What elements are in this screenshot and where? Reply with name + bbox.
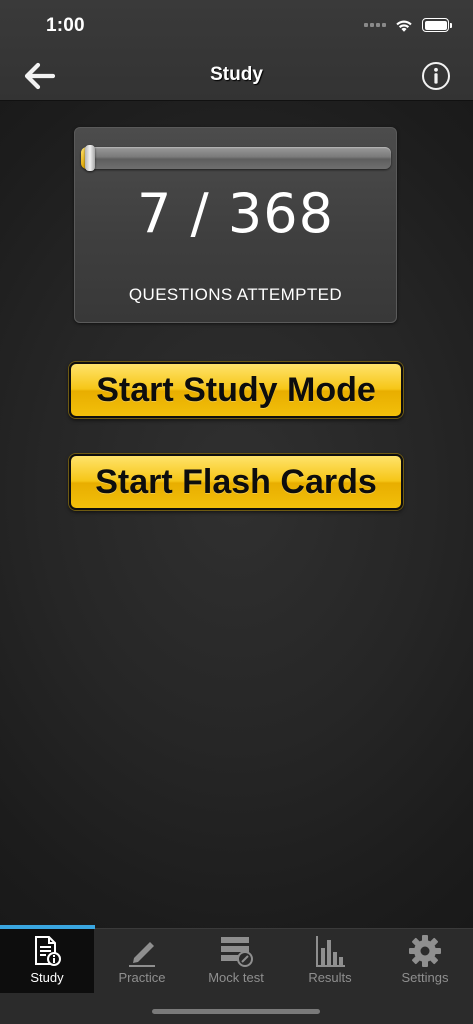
info-icon — [422, 62, 450, 90]
start-study-mode-button[interactable]: Start Study Mode — [69, 362, 403, 418]
total-value: 368 — [227, 182, 334, 245]
tab-practice[interactable]: Practice — [95, 929, 189, 993]
page-title: Study — [210, 64, 263, 85]
progress-knob — [84, 145, 95, 171]
tab-mock-test[interactable]: Mock test — [189, 929, 283, 993]
mock-test-icon — [221, 937, 253, 967]
progress-bar — [81, 145, 391, 171]
pencil-icon — [129, 942, 155, 967]
tab-results[interactable]: Results — [283, 929, 377, 993]
battery-icon — [422, 18, 452, 32]
progress-panel: 7 / 368 QUESTIONS ATTEMPTED — [74, 127, 397, 323]
status-time: 1:00 — [46, 15, 85, 36]
attempted-count: 7 / 368 — [75, 182, 396, 245]
tab-label-mock-test: Mock test — [208, 970, 264, 985]
tab-label-settings: Settings — [401, 970, 449, 985]
attempted-value: 7 — [137, 182, 173, 245]
header: 1:00 Study — [0, 0, 473, 101]
info-button[interactable] — [421, 61, 451, 91]
tab-label-results: Results — [308, 970, 352, 985]
wifi-icon — [396, 20, 412, 32]
tab-settings[interactable]: Settings — [378, 929, 472, 993]
home-indicator — [152, 1009, 320, 1014]
tab-label-practice: Practice — [118, 970, 166, 985]
attempted-label: QUESTIONS ATTEMPTED — [128, 285, 343, 304]
signal-icon — [364, 23, 386, 27]
tab-study[interactable]: Study — [0, 929, 94, 993]
start-flash-cards-button[interactable]: Start Flash Cards — [69, 454, 403, 510]
bar-chart-icon — [316, 936, 345, 967]
tab-label-study: Study — [30, 970, 64, 985]
gear-icon — [409, 935, 441, 967]
count-separator: / — [190, 182, 210, 245]
study-document-icon — [35, 936, 61, 966]
study-screen: 1:00 Study 7 / 368 QUESTIONS ATTEMPTED S… — [0, 0, 473, 1024]
status-icons — [364, 16, 452, 34]
